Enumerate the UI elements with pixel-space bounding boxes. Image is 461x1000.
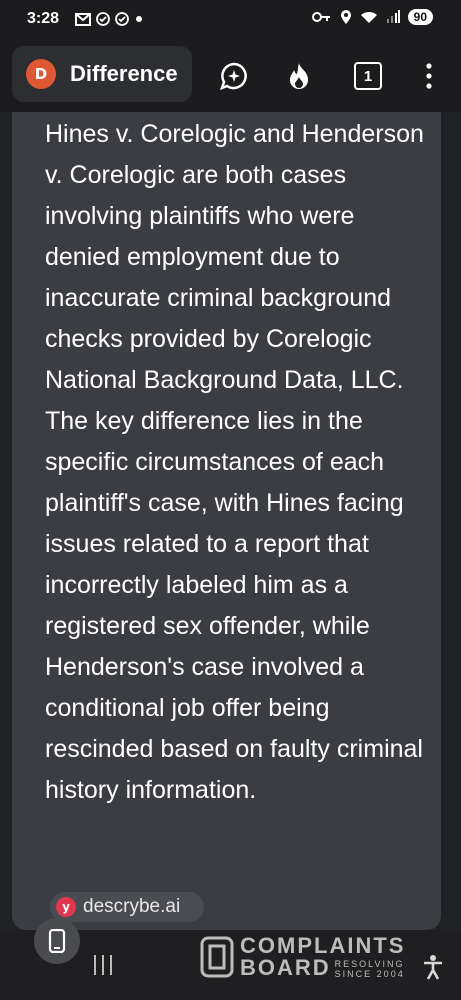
screenshot-button[interactable]	[34, 918, 80, 964]
duck-chat-button[interactable]	[218, 60, 250, 92]
signal-icon	[386, 10, 400, 23]
address-bar-text: Difference	[70, 61, 178, 86]
battery-indicator: 90	[407, 9, 433, 25]
dot-icon	[136, 16, 142, 22]
fire-button[interactable]	[283, 60, 315, 92]
ai-answer-card: Hines v. Corelogic and Henderson v. Core…	[12, 112, 441, 930]
notification-icons	[75, 12, 144, 26]
bottom-bar: COMPLAINTS BOARD RESOLVING SINCE 2004	[0, 918, 461, 1000]
fire-icon	[290, 63, 308, 89]
watermark-line2: BOARD	[240, 955, 331, 980]
check-circle-icon	[115, 12, 129, 26]
key-icon	[311, 12, 330, 22]
more-icon	[426, 63, 432, 89]
answer-text: Hines v. Corelogic and Henderson v. Core…	[45, 120, 424, 804]
address-bar[interactable]: D Difference	[12, 46, 192, 102]
watermark-tag2: SINCE 2004	[334, 969, 405, 979]
recent-apps-icon[interactable]	[92, 954, 114, 976]
tab-switcher-button[interactable]: 1	[352, 60, 384, 92]
gmail-icon	[75, 12, 91, 26]
wifi-icon	[360, 11, 377, 23]
complaintsboard-logo-icon	[200, 936, 234, 978]
system-icons: 90	[311, 9, 433, 25]
descrybe-logo-icon: y	[56, 897, 76, 917]
accessibility-icon[interactable]	[422, 954, 444, 980]
complaintsboard-watermark: COMPLAINTS BOARD RESOLVING SINCE 2004	[200, 935, 405, 979]
chat-icon	[219, 62, 247, 91]
location-icon	[340, 10, 351, 24]
source-label: descrybe.ai	[83, 896, 181, 917]
check-circle-icon	[96, 12, 110, 26]
status-bar: 3:28 90	[0, 0, 461, 40]
watermark-line1: COMPLAINTS	[240, 933, 406, 958]
tab-count: 1	[354, 62, 382, 90]
browser-toolbar: D Difference 1	[0, 40, 461, 112]
watermark-tag1: RESOLVING	[334, 959, 405, 969]
source-link[interactable]: y descrybe.ai	[50, 892, 204, 922]
duckduckgo-logo-icon: D	[26, 59, 56, 89]
phone-icon	[48, 929, 66, 953]
status-time: 3:28	[27, 10, 60, 27]
more-menu-button[interactable]	[413, 60, 445, 92]
